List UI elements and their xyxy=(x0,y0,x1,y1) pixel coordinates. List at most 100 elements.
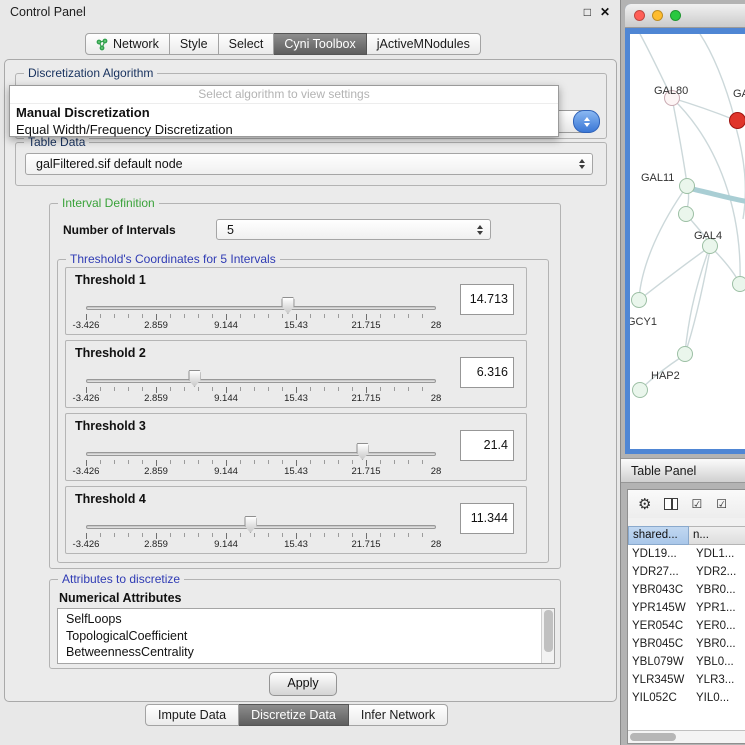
dropdown-placeholder-option[interactable]: Select algorithm to view settings xyxy=(10,86,558,104)
list-item[interactable]: BetweennessCentrality xyxy=(66,644,554,661)
table-row[interactable]: YLR345WYLR3... xyxy=(628,671,745,689)
dropdown-option-equal-width[interactable]: Equal Width/Frequency Discretization xyxy=(10,121,558,138)
scrollbar-thumb[interactable] xyxy=(544,610,553,652)
table-row[interactable]: YDR27...YDR2... xyxy=(628,563,745,581)
table-toolbar: ⚙ ☑ ☑ xyxy=(628,490,745,518)
threshold-3-value-field[interactable]: 21.4 xyxy=(460,430,514,461)
list-vertical-scrollbar[interactable] xyxy=(541,609,554,663)
tab-discretize-data[interactable]: Discretize Data xyxy=(239,704,349,726)
columns-icon[interactable] xyxy=(664,498,678,510)
cell: YIL052C xyxy=(628,689,690,707)
threshold-2-slider[interactable]: -3.426 2.859 9.144 15.43 21.715 28 xyxy=(86,367,436,405)
slider-thumb[interactable] xyxy=(356,443,369,460)
slider-scale: -3.426 2.859 9.144 15.43 21.715 28 xyxy=(86,539,436,550)
table-row[interactable]: YDL19...YDL1... xyxy=(628,545,745,563)
threshold-1-value-field[interactable]: 14.713 xyxy=(460,284,514,315)
algorithm-dropdown-popup: Select algorithm to view settings Manual… xyxy=(9,85,559,137)
slider-thumb[interactable] xyxy=(188,370,201,387)
threshold-1-label: Threshold 1 xyxy=(75,273,146,287)
cell: YLR3... xyxy=(690,671,734,689)
node[interactable] xyxy=(678,206,694,222)
column-header-shared-name[interactable]: shared... xyxy=(628,526,689,545)
tab-jactivemodules[interactable]: jActiveMNodules xyxy=(367,33,481,55)
list-item[interactable]: SelfLoops xyxy=(66,611,554,628)
slider-track[interactable] xyxy=(86,306,436,310)
tab-cyni-toolbox[interactable]: Cyni Toolbox xyxy=(274,33,366,55)
slider-track[interactable] xyxy=(86,379,436,383)
close-icon[interactable]: ✕ xyxy=(600,5,610,19)
table-row[interactable]: YPR145WYPR1... xyxy=(628,599,745,617)
tab-select[interactable]: Select xyxy=(219,33,275,55)
node-hap2[interactable] xyxy=(677,346,693,362)
table-row[interactable]: YBR043CYBR0... xyxy=(628,581,745,599)
stepper-icon[interactable] xyxy=(572,159,592,169)
tab-infer-network[interactable]: Infer Network xyxy=(349,704,448,726)
cell: YBL0... xyxy=(690,653,734,671)
threshold-4-slider[interactable]: -3.426 2.859 9.144 15.43 21.715 28 xyxy=(86,513,436,551)
numerical-attributes-label: Numerical Attributes xyxy=(59,591,181,605)
float-icon[interactable]: □ xyxy=(584,5,591,19)
control-panel-window: Control Panel □ ✕ Network Style Select C… xyxy=(0,0,621,745)
node-gcy1[interactable] xyxy=(631,292,647,308)
network-window-titlebar xyxy=(625,4,745,28)
node[interactable] xyxy=(632,382,648,398)
gear-icon[interactable]: ⚙ xyxy=(638,497,651,512)
checkbox-icon[interactable]: ☑ xyxy=(716,498,728,510)
scale-tick-label: 2.859 xyxy=(144,466,168,477)
tab-select-label: Select xyxy=(229,37,264,51)
scale-tick-label: 9.144 xyxy=(214,466,238,477)
table-row[interactable]: YER054CYER0... xyxy=(628,617,745,635)
tab-style[interactable]: Style xyxy=(170,33,219,55)
node-label-gal80: GAL80 xyxy=(654,85,688,97)
stepper-icon[interactable] xyxy=(470,225,490,235)
slider-thumb[interactable] xyxy=(281,297,294,314)
tab-impute-data[interactable]: Impute Data xyxy=(145,704,239,726)
scale-tick-label: 15.43 xyxy=(284,539,308,550)
combobox-arrows-button[interactable] xyxy=(573,110,600,133)
cell: YER054C xyxy=(628,617,690,635)
tab-network[interactable]: Network xyxy=(85,33,170,55)
slider-track[interactable] xyxy=(86,452,436,456)
threshold-4-value-field[interactable]: 11.344 xyxy=(460,503,514,534)
slider-thumb[interactable] xyxy=(244,516,257,533)
cyni-toolbox-panel: Discretization Algorithm Select algorith… xyxy=(4,59,617,702)
list-item[interactable]: TopologicalCoefficient xyxy=(66,628,554,645)
bottom-tab-bar: Impute Data Discretize Data Infer Networ… xyxy=(145,704,448,726)
scale-tick-label: 21.715 xyxy=(351,539,380,550)
threshold-2-value-field[interactable]: 6.316 xyxy=(460,357,514,388)
node-label-gcy1: GCY1 xyxy=(630,316,657,328)
horizontal-scrollbar[interactable] xyxy=(628,730,745,743)
thresholds-group-label: Threshold's Coordinates for 5 Intervals xyxy=(66,252,280,266)
threshold-3-slider[interactable]: -3.426 2.859 9.144 15.43 21.715 28 xyxy=(86,440,436,478)
tab-cyni-toolbox-label: Cyni Toolbox xyxy=(284,37,355,51)
number-of-intervals-combobox[interactable]: 5 xyxy=(216,219,491,240)
node-label-hap2: HAP2 xyxy=(651,370,680,382)
table-row[interactable]: YBR045CYBR0... xyxy=(628,635,745,653)
dropdown-option-manual-discretization[interactable]: Manual Discretization xyxy=(10,104,558,121)
slider-track[interactable] xyxy=(86,525,436,529)
close-traffic-light[interactable] xyxy=(634,10,645,21)
apply-button[interactable]: Apply xyxy=(269,672,337,696)
network-icon xyxy=(96,38,109,51)
zoom-traffic-light[interactable] xyxy=(670,10,681,21)
down-arrow-icon xyxy=(584,123,590,127)
scale-tick-label: 28 xyxy=(431,539,442,550)
table-data-combobox[interactable]: galFiltered.sif default node xyxy=(25,153,593,175)
table-header-row: shared... n... xyxy=(628,526,745,545)
column-header-name[interactable]: n... xyxy=(689,526,745,545)
minimize-traffic-light[interactable] xyxy=(652,10,663,21)
node-highlighted[interactable] xyxy=(729,112,745,129)
scrollbar-thumb[interactable] xyxy=(630,733,676,741)
node-gal11[interactable] xyxy=(679,178,695,194)
threshold-1-slider[interactable]: -3.426 2.859 9.144 15.43 21.715 28 xyxy=(86,294,436,332)
network-canvas[interactable]: GAL80 GA GAL11 GAL4 GCY1 HAP2 xyxy=(630,34,745,449)
table-row[interactable]: YBL079WYBL0... xyxy=(628,653,745,671)
checkbox-icon[interactable]: ☑ xyxy=(691,498,703,510)
scale-tick-label: 2.859 xyxy=(144,393,168,404)
scale-tick-label: 15.43 xyxy=(284,466,308,477)
node[interactable] xyxy=(732,276,745,292)
table-row[interactable]: YIL052CYIL0... xyxy=(628,689,745,707)
attributes-group-label: Attributes to discretize xyxy=(58,572,184,586)
threshold-3-panel: Threshold 3 -3.426 2.859 9.144 15.43 21.… xyxy=(65,413,527,481)
scale-tick-label: 9.144 xyxy=(214,539,238,550)
